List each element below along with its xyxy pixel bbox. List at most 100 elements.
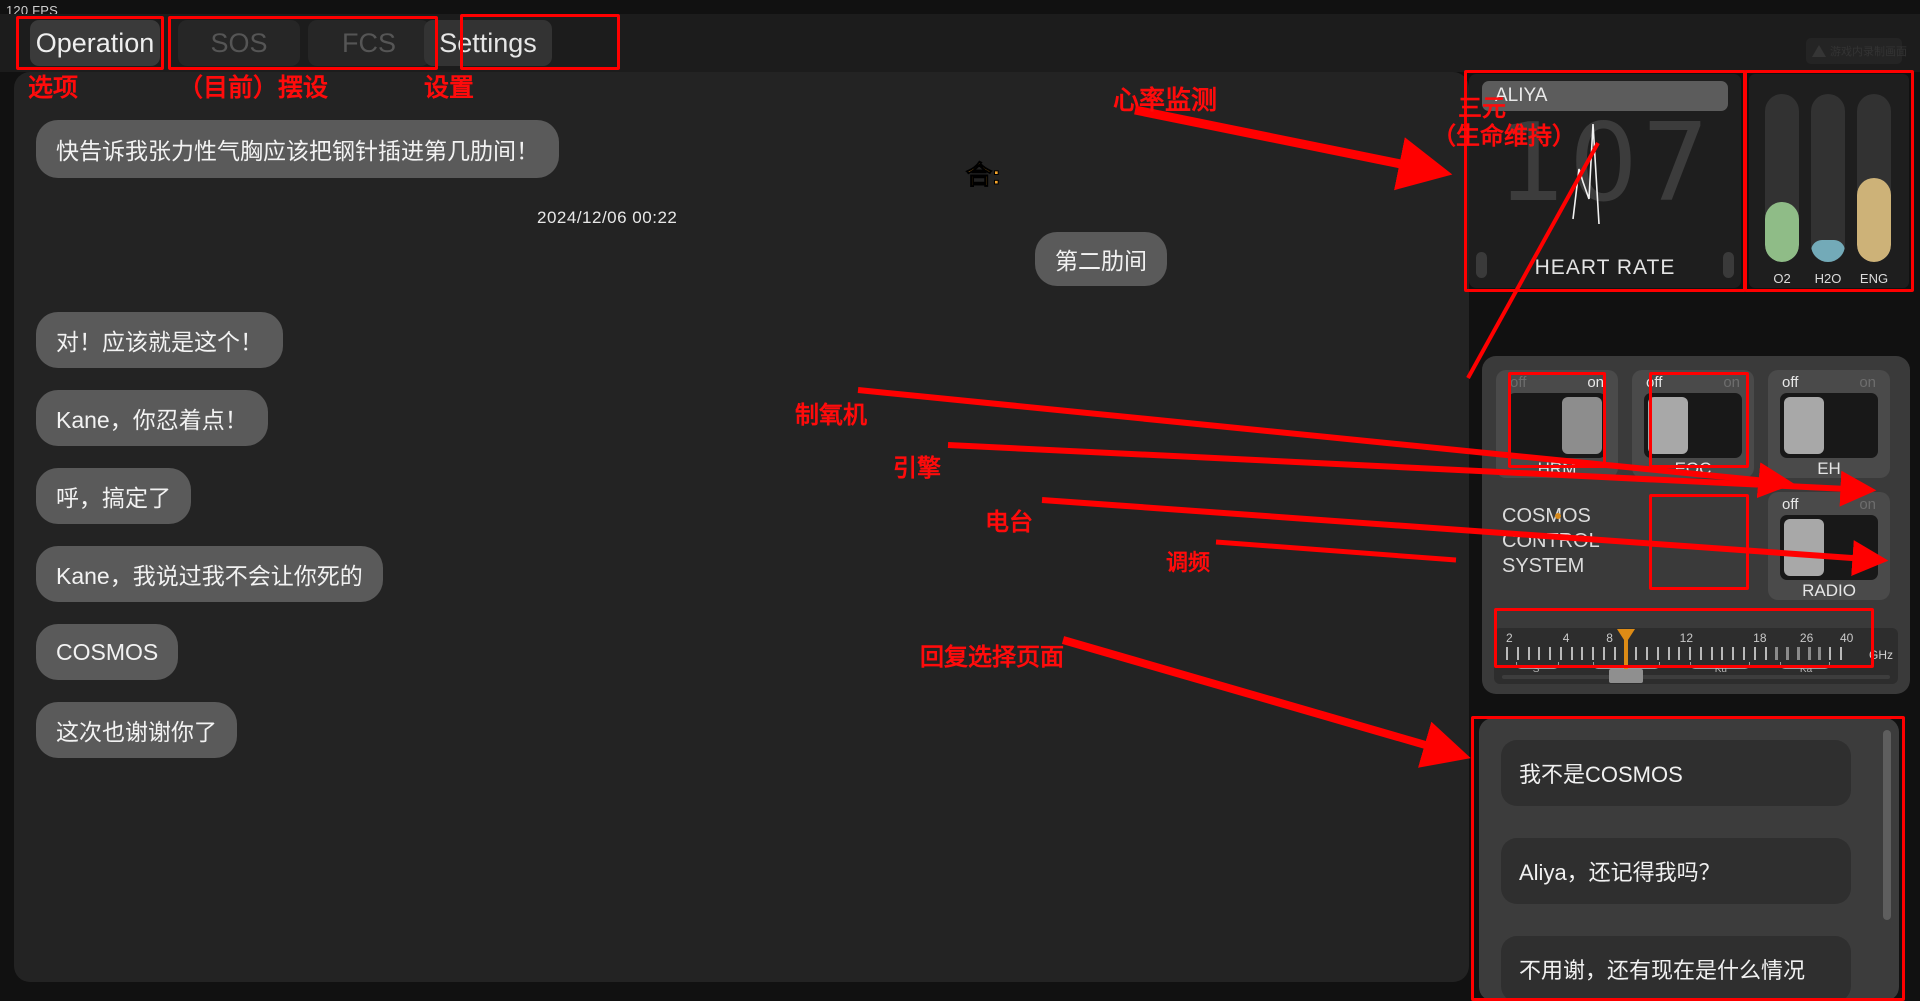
chat-message: COSMOS: [36, 624, 179, 680]
tab-operation[interactable]: Operation: [30, 20, 160, 66]
frequency-tick: [1743, 647, 1746, 660]
frequency-band-label: S: [1532, 664, 1540, 675]
switch-off-label: off: [1510, 374, 1527, 391]
control-system-title-line: SYSTEM: [1502, 555, 1585, 577]
frequency-tick-label: 18: [1753, 631, 1767, 645]
annotation-label: 调频: [1166, 550, 1211, 576]
top-tab-bar: Operation SOS FCS Settings 游戏内录制画面: [0, 14, 1920, 72]
frequency-tick-label: 4: [1562, 631, 1570, 645]
frequency-tick: [1689, 647, 1692, 660]
frequency-tick: [1559, 647, 1562, 660]
switch-track[interactable]: [1780, 515, 1878, 580]
switch-eoc[interactable]: off on EOC: [1632, 370, 1754, 478]
frequency-tick: [1840, 647, 1842, 660]
radio-frequency-slider[interactable]: GHz 24812182640SXKuKa: [1494, 628, 1898, 684]
reply-options-panel: 我不是COSMOS Aliya，还记得我吗？ 不用谢，还有现在是什么情况: [1479, 718, 1899, 1001]
frequency-tick: [1775, 647, 1779, 660]
switch-hrm[interactable]: off on HRM: [1496, 370, 1618, 478]
chat-message: 对！应该就是这个！: [36, 312, 283, 368]
tab-group-operation: Operation: [30, 20, 160, 66]
switch-track[interactable]: [1508, 393, 1606, 458]
chat-panel: 快告诉我张力性气胸应该把钢针插进第几肋间！ 2024/12/06 00:22 对…: [14, 72, 1469, 982]
frequency-tick: [1807, 647, 1811, 660]
frequency-tick: [1667, 647, 1670, 660]
chat-timestamp: 2024/12/06 00:22: [537, 208, 678, 227]
frequency-tick: [1538, 647, 1541, 660]
frequency-tick: [1710, 647, 1713, 660]
switch-on-label: on: [1723, 374, 1740, 391]
frequency-slider-thumb[interactable]: [1609, 669, 1644, 683]
switch-off-label: off: [1646, 374, 1663, 391]
annotation-label: 制氧机: [795, 400, 867, 429]
chat-message: 快告诉我张力性气胸应该把钢针插进第几肋间！: [36, 120, 559, 178]
bar-label: ENG: [1859, 271, 1889, 286]
watermark-label: 游戏内录制画面: [1830, 46, 1907, 58]
switch-knob[interactable]: [1648, 397, 1688, 454]
reply-option[interactable]: 不用谢，还有现在是什么情况: [1501, 936, 1851, 1001]
switch-caption: EOC: [1674, 459, 1712, 478]
tab-sos[interactable]: SOS: [178, 20, 300, 66]
heart-rate-label: HEART RATE: [1534, 256, 1676, 279]
frequency-tick: [1506, 647, 1508, 660]
switch-off-label: off: [1782, 496, 1799, 513]
tab-group-placeholder: SOS FCS: [178, 20, 430, 66]
switch-eh[interactable]: off on EH: [1768, 370, 1890, 478]
frequency-tick: [1602, 647, 1605, 660]
bar-track: [1765, 94, 1799, 262]
switch-knob[interactable]: [1562, 397, 1602, 454]
switch-radio[interactable]: off on RADIO: [1768, 492, 1890, 600]
reply-scrollbar[interactable]: [1883, 730, 1891, 920]
status-dot-icon: [1555, 513, 1561, 519]
control-system-title-line: CONTROL: [1502, 530, 1600, 552]
annotation-label: 电台: [985, 507, 1033, 536]
switch-knob[interactable]: [1784, 397, 1824, 454]
game-hud-root: 120 FPS Operation SOS FCS Settings 游戏内录制…: [0, 0, 1920, 1001]
frequency-tick: [1818, 647, 1822, 660]
frequency-tick: [1570, 647, 1573, 660]
frequency-tick: [1592, 647, 1595, 660]
frequency-tick-label: 12: [1679, 631, 1694, 645]
bar-fill: [1857, 178, 1891, 262]
switch-track[interactable]: [1644, 393, 1742, 458]
switch-caption: RADIO: [1802, 581, 1856, 600]
frequency-tick-label: 8: [1606, 631, 1613, 645]
frequency-tick: [1646, 647, 1649, 660]
switch-off-label: off: [1782, 374, 1799, 391]
frequency-bar[interactable]: [1502, 675, 1890, 679]
life-support-bar-o2: O2: [1765, 94, 1799, 286]
bar-fill: [1765, 201, 1799, 262]
frequency-tick: [1796, 647, 1800, 660]
bar-label: O2: [1773, 271, 1791, 286]
switch-knob[interactable]: [1784, 519, 1824, 576]
frequency-tick-label: 26: [1799, 631, 1814, 645]
frequency-tick: [1829, 647, 1832, 660]
annotation-label: 心率监测: [1113, 86, 1218, 116]
life-support-bar-eng: ENG: [1857, 94, 1891, 286]
frequency-band-label: Ku: [1714, 664, 1727, 675]
chat-message: 呼，搞定了: [36, 468, 191, 524]
bar-track: [1811, 94, 1845, 262]
recording-watermark: 游戏内录制画面: [1806, 38, 1907, 64]
frequency-tick: [1732, 647, 1735, 660]
life-support-panel: O2 H2O ENG: [1749, 74, 1909, 288]
tab-settings[interactable]: Settings: [424, 20, 552, 66]
bar-label: H2O: [1814, 271, 1842, 286]
frequency-tick: [1786, 647, 1790, 660]
frequency-tick: [1678, 647, 1681, 660]
switch-on-label: on: [1587, 374, 1604, 391]
reply-option[interactable]: Aliya，还记得我吗？: [1501, 838, 1851, 904]
chat-message: 这次也谢谢你了: [36, 702, 237, 758]
frequency-unit: GHz: [1869, 648, 1893, 662]
tab-fcs[interactable]: FCS: [308, 20, 430, 66]
triangle-icon: [1812, 45, 1826, 57]
switch-on-label: on: [1859, 374, 1876, 391]
switch-track[interactable]: [1780, 393, 1878, 458]
switch-caption: HRM: [1537, 459, 1577, 478]
switch-caption: EH: [1817, 459, 1841, 478]
control-system-title: COSMOS CONTROL SYSTEM: [1502, 506, 1600, 581]
annotation-label: （目前）摆设: [178, 73, 329, 102]
switch-on-label: on: [1859, 496, 1876, 513]
reply-option[interactable]: 我不是COSMOS: [1501, 740, 1851, 806]
tab-group-settings: Settings: [424, 20, 552, 66]
chat-message: Kane，我说过我不会让你死的: [36, 546, 383, 602]
